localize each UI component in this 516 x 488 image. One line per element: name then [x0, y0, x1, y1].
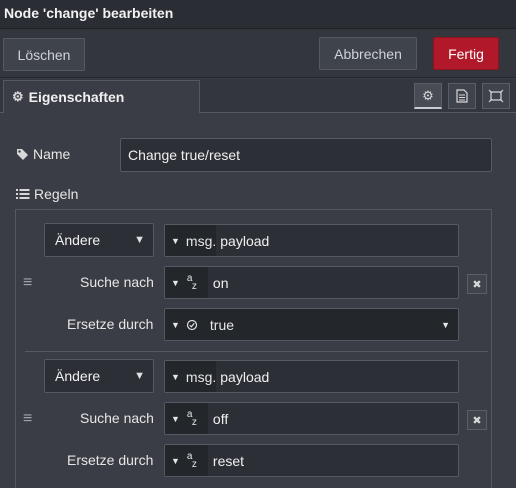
caret-down-icon: ▼	[171, 277, 180, 288]
az-icon: az	[186, 272, 197, 292]
settings-tab-button[interactable]: ⚙	[414, 83, 442, 109]
tag-icon	[17, 149, 28, 160]
rule-1-search-value: on	[212, 274, 229, 291]
done-button[interactable]: Fertig	[433, 37, 499, 70]
chevron-down-icon: ▼	[134, 234, 145, 246]
rule-2-replace-input[interactable]: ▼ az reset	[164, 444, 459, 477]
delete-button[interactable]: Löschen	[3, 38, 85, 71]
rule-2-replace-value: reset	[212, 452, 245, 469]
chevron-down-icon: ▼	[441, 319, 450, 330]
caret-down-icon: ▼	[171, 413, 180, 424]
close-icon: ✖	[472, 414, 482, 427]
rule-1-replace-value: true	[209, 316, 235, 333]
rule-1-search-input[interactable]: ▼ az on	[164, 266, 459, 299]
rule-1-replace-label: Ersetze durch	[67, 316, 154, 332]
tab-properties-label: Eigenschaften	[28, 89, 125, 105]
rule-2-target-prefix: msg.	[185, 368, 217, 385]
caret-down-icon: ▼	[171, 319, 180, 330]
rule-2-action-value: Ändere	[55, 368, 101, 384]
rule-2-target-input[interactable]: ▼ msg. payload	[164, 360, 459, 393]
rule-1-search-type-button[interactable]: ▼ az	[165, 267, 208, 298]
rule-1-replace-input[interactable]: ▼ true ▼	[164, 308, 459, 341]
rule-2-replace-label: Ersetze durch	[67, 452, 154, 468]
az-icon: az	[186, 450, 197, 470]
rule-2-search-value: off	[212, 410, 229, 427]
name-label: Name	[33, 146, 71, 162]
rule-2-target-type-button[interactable]: ▼ msg.	[165, 361, 217, 392]
rule-2-remove-button[interactable]: ✖	[467, 410, 487, 430]
name-input[interactable]: Change true/reset	[120, 138, 492, 172]
list-icon	[16, 189, 30, 199]
rule-2-target-value: payload	[220, 368, 270, 385]
name-label-group: Name	[16, 146, 70, 162]
rule-1-target-type-button[interactable]: ▼ msg.	[165, 225, 217, 256]
dialog-title: Node 'change' bearbeiten	[4, 5, 174, 21]
description-tab-button[interactable]	[448, 83, 476, 109]
rule-1-remove-button[interactable]: ✖	[467, 274, 487, 294]
frame-icon	[488, 89, 504, 103]
rule-1-target-input[interactable]: ▼ msg. payload	[164, 224, 459, 257]
drag-handle-icon[interactable]: ≡	[23, 410, 32, 428]
rule-2-search-type-button[interactable]: ▼ az	[165, 403, 208, 434]
close-icon: ✖	[472, 278, 482, 291]
rule-1-target-prefix: msg.	[185, 232, 217, 249]
gear-icon: ⚙	[422, 87, 434, 103]
rule-2-search-label: Suche nach	[80, 410, 154, 426]
gear-icon: ⚙	[12, 89, 24, 104]
boolean-icon	[186, 319, 198, 330]
rule-2-search-input[interactable]: ▼ az off	[164, 402, 459, 435]
chevron-down-icon: ▼	[134, 370, 145, 382]
appearance-tab-button[interactable]	[482, 83, 510, 109]
rule-1-target-value: payload	[220, 232, 270, 249]
caret-down-icon: ▼	[171, 455, 180, 466]
rule-2-replace-type-button[interactable]: ▼ az	[165, 445, 208, 476]
rules-label: Regeln	[34, 186, 79, 202]
caret-down-icon: ▼	[171, 235, 180, 246]
rule-1-action-value: Ändere	[55, 232, 101, 248]
drag-handle-icon[interactable]: ≡	[23, 274, 32, 292]
rule-1-action-select[interactable]: Ändere ▼	[44, 223, 154, 257]
az-icon: az	[186, 408, 197, 428]
name-input-value: Change true/reset	[128, 147, 241, 163]
document-icon	[456, 89, 468, 103]
cancel-button[interactable]: Abbrechen	[319, 37, 417, 70]
rule-divider	[25, 351, 488, 352]
rule-1-search-label: Suche nach	[80, 274, 154, 290]
rule-1-replace-select[interactable]: ▼ true ▼	[165, 309, 458, 340]
rules-label-group: Regeln	[16, 186, 78, 202]
caret-down-icon: ▼	[171, 371, 180, 382]
tab-properties[interactable]: ⚙ Eigenschaften	[3, 80, 200, 113]
rule-2-action-select[interactable]: Ändere ▼	[44, 359, 154, 393]
